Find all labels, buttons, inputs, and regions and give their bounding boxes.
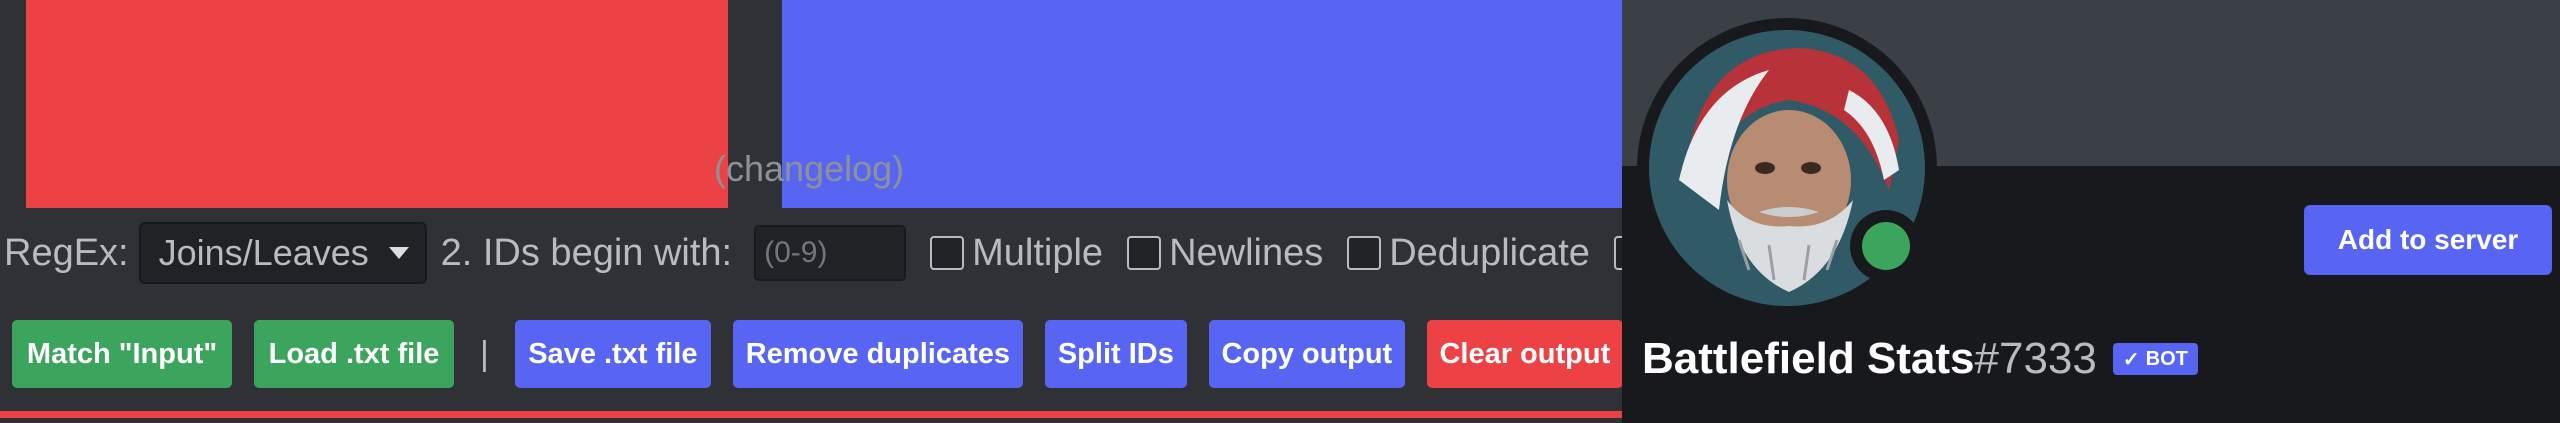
- regex-selected-value: Joins/Leaves: [158, 232, 369, 273]
- log-sorter-panel: Mozzy's Log Sorter (changelog) RegEx: Jo…: [0, 0, 1622, 423]
- checkbox-label: Deduplicate: [1389, 231, 1590, 274]
- ids-begin-input[interactable]: [754, 225, 907, 281]
- title-mozzys: Mozzy's: [26, 0, 730, 208]
- checkbox-partial[interactable]: [1613, 236, 1622, 270]
- bot-profile-card: Add to server Battlefield Stats #7333 ✓ BO…: [1622, 0, 2560, 423]
- save-txt-button[interactable]: Save .txt file: [514, 320, 711, 388]
- ids-label: 2. IDs begin with:: [440, 231, 733, 274]
- online-status-icon: [1862, 222, 1910, 270]
- checkbox-box[interactable]: [1613, 236, 1622, 270]
- changelog-link[interactable]: (changelog): [714, 148, 904, 190]
- checkbox-deduplicate[interactable]: Deduplicate: [1347, 232, 1590, 275]
- bot-badge-label: BOT: [2145, 347, 2188, 370]
- remove-duplicates-button[interactable]: Remove duplicates: [732, 320, 1023, 388]
- regex-select[interactable]: Joins/Leaves: [138, 222, 427, 284]
- bot-badge: ✓ BOT: [2112, 343, 2198, 375]
- checkbox-label: Newlines: [1169, 231, 1324, 274]
- add-to-server-button[interactable]: Add to server: [2304, 205, 2552, 275]
- verified-check-icon: ✓: [2122, 348, 2140, 371]
- copy-output-button[interactable]: Copy output: [1208, 320, 1405, 388]
- load-txt-button[interactable]: Load .txt file: [254, 320, 454, 388]
- checkbox-box[interactable]: [930, 236, 965, 270]
- checkbox-box[interactable]: [1347, 236, 1382, 270]
- checkbox-newlines[interactable]: Newlines: [1127, 232, 1323, 275]
- regex-label: RegEx:: [4, 231, 129, 274]
- clear-output-button[interactable]: Clear output: [1426, 320, 1622, 388]
- options-row: RegEx: Joins/Leaves 2. IDs begin with: M…: [0, 218, 1622, 288]
- action-buttons-row: Match "Input" Load .txt file | Save .txt…: [12, 320, 1622, 388]
- split-ids-button[interactable]: Split IDs: [1044, 320, 1187, 388]
- match-input-button[interactable]: Match "Input": [12, 320, 232, 388]
- status-indicator-ring: [1850, 210, 1922, 282]
- checkbox-multiple[interactable]: Multiple: [930, 232, 1103, 275]
- button-separator: |: [480, 334, 489, 373]
- title-log-sorter: Log Sorter: [781, 0, 1622, 208]
- bot-username: Battlefield Stats #7333 ✓ BOT: [1642, 334, 2198, 384]
- discriminator-text: #7333: [1974, 334, 2097, 383]
- output-area-top-border: [0, 411, 1622, 418]
- chevron-down-icon: [388, 247, 409, 259]
- checkbox-label: Multiple: [972, 231, 1104, 274]
- username-text: Battlefield Stats: [1642, 334, 1975, 383]
- checkbox-box[interactable]: [1127, 236, 1162, 270]
